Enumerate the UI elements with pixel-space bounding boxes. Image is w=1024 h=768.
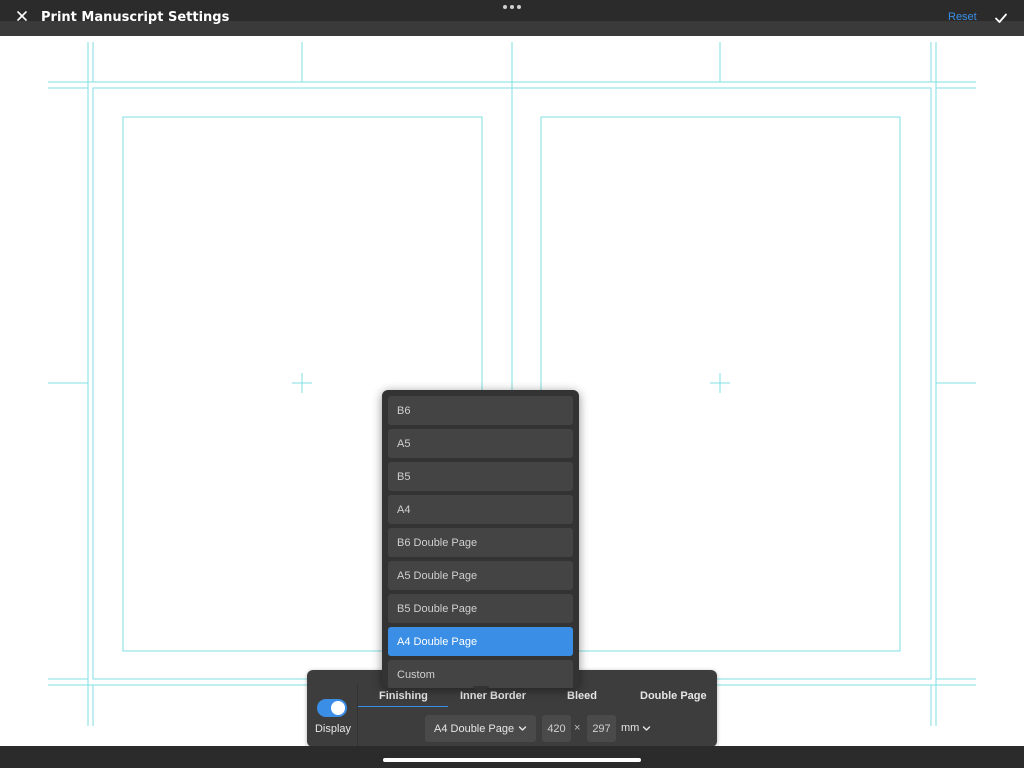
- bottom-bar: [0, 746, 1024, 768]
- top-bar: Print Manuscript Settings Reset: [0, 0, 1024, 36]
- width-input[interactable]: 420: [542, 715, 571, 742]
- panel-divider: [357, 684, 358, 747]
- page-title: Print Manuscript Settings: [41, 10, 230, 25]
- size-option-custom[interactable]: Custom: [388, 660, 573, 688]
- size-option-a4[interactable]: A4: [388, 495, 573, 524]
- size-option-a5[interactable]: A5: [388, 429, 573, 458]
- dimension-separator: ×: [574, 722, 581, 734]
- size-option-a4-double[interactable]: A4 Double Page: [388, 627, 573, 656]
- paper-size-value: A4 Double Page: [434, 722, 515, 735]
- toggle-knob: [331, 701, 345, 715]
- display-label: Display: [314, 723, 352, 735]
- height-input[interactable]: 297: [587, 715, 616, 742]
- display-toggle[interactable]: [317, 699, 347, 717]
- unit-value: mm: [621, 722, 640, 734]
- tab-finishing[interactable]: Finishing: [379, 690, 428, 702]
- checkmark-icon[interactable]: [993, 10, 1009, 26]
- paper-size-dropdown: B6 A5 B5 A4 B6 Double Page A5 Double Pag…: [382, 390, 579, 688]
- close-button[interactable]: [12, 6, 32, 26]
- tab-inner-border[interactable]: Inner Border: [460, 690, 526, 702]
- size-option-a5-double[interactable]: A5 Double Page: [388, 561, 573, 590]
- close-icon: [17, 11, 27, 21]
- reset-button[interactable]: Reset: [948, 11, 977, 23]
- tab-bleed[interactable]: Bleed: [567, 690, 597, 702]
- chevron-down-icon: [643, 725, 651, 731]
- unit-select[interactable]: mm: [621, 722, 651, 734]
- chevron-down-icon: [518, 726, 527, 731]
- size-option-b6-double[interactable]: B6 Double Page: [388, 528, 573, 557]
- home-indicator[interactable]: [383, 758, 641, 762]
- ellipsis-icon[interactable]: [503, 5, 521, 13]
- dropdown-pointer: [472, 686, 490, 694]
- tab-double-page[interactable]: Double Page: [640, 690, 707, 702]
- paper-size-select[interactable]: A4 Double Page: [425, 715, 536, 742]
- size-option-b5-double[interactable]: B5 Double Page: [388, 594, 573, 623]
- size-option-b5[interactable]: B5: [388, 462, 573, 491]
- size-option-b6[interactable]: B6: [388, 396, 573, 425]
- active-tab-indicator: [358, 706, 448, 707]
